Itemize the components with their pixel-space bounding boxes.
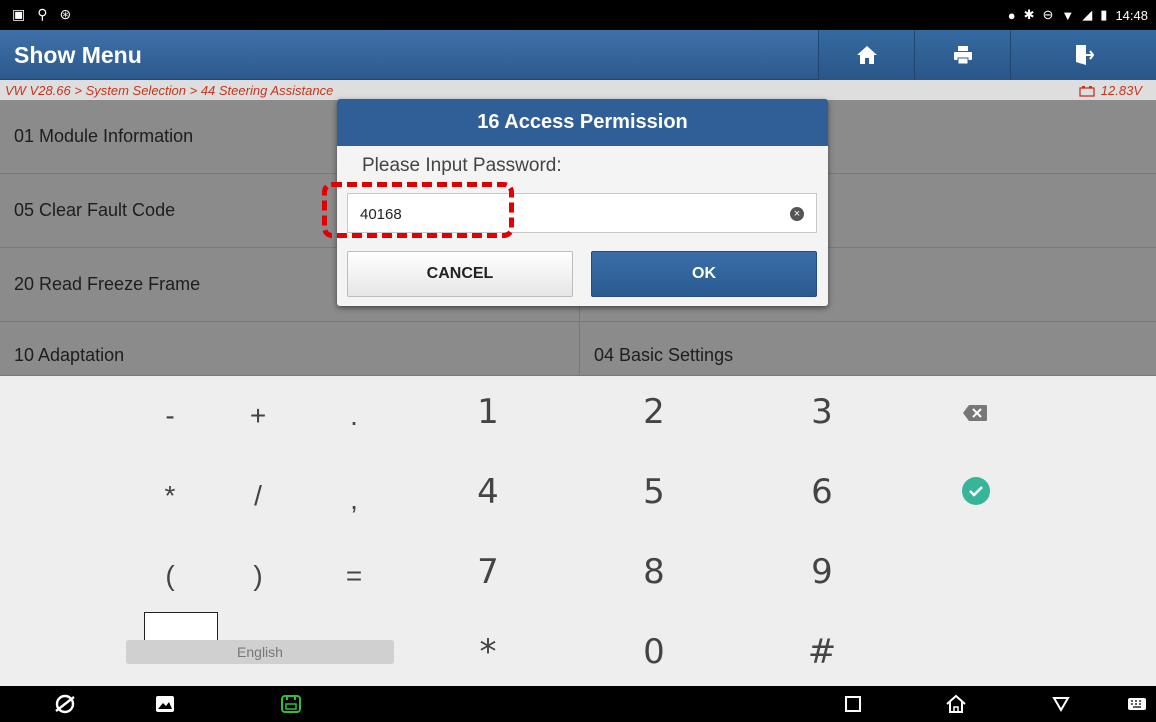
key-7[interactable]: 7: [448, 542, 528, 602]
key-asterisk[interactable]: *: [130, 466, 210, 526]
usb-icon: ⚲: [37, 6, 48, 22]
car-battery-icon: [1079, 85, 1095, 97]
numeric-keyboard: - + . 1 2 3 * / , 4 5 6 ( ) = 7 8 9 Engl…: [0, 376, 1156, 686]
key-comma[interactable]: ,: [314, 470, 394, 530]
key-6[interactable]: 6: [782, 462, 862, 522]
home-nav-icon[interactable]: [943, 691, 969, 717]
key-hash[interactable]: #: [782, 622, 862, 682]
screen: ▣ ⚲ ⊛ ● ✱ ⊖ ▼ ◢ ▮ 14:48 Show Menu VW V28…: [0, 0, 1156, 722]
key-3[interactable]: 3: [782, 382, 862, 442]
clear-input-icon[interactable]: ×: [790, 207, 804, 221]
home-icon: [856, 46, 877, 64]
home-button[interactable]: [818, 30, 914, 80]
battery-voltage: 12.83V: [1079, 83, 1142, 98]
language-spacebar[interactable]: English: [126, 640, 394, 664]
recent-apps-icon[interactable]: [840, 691, 866, 717]
key-0[interactable]: 0: [614, 622, 694, 682]
page-title: Show Menu: [14, 42, 142, 68]
key-5[interactable]: 5: [614, 462, 694, 522]
app-header: Show Menu: [0, 30, 1156, 80]
battery-icon: ▮: [1100, 7, 1108, 22]
key-open-paren[interactable]: (: [130, 546, 210, 606]
navigation-bar: [0, 686, 1156, 722]
wifi-icon: ▼: [1061, 7, 1075, 23]
key-period[interactable]: .: [314, 386, 394, 446]
clock-settings-icon: ⊛: [59, 6, 72, 22]
bluetooth-icon: ✱: [1023, 7, 1035, 22]
browser-icon[interactable]: [52, 691, 78, 717]
key-equals[interactable]: =: [314, 546, 394, 606]
exit-button[interactable]: [1010, 30, 1156, 80]
highlight-annotation: [322, 182, 514, 238]
gallery-icon[interactable]: [152, 691, 178, 717]
key-2[interactable]: 2: [614, 382, 694, 442]
exit-icon: [1075, 45, 1094, 65]
key-1[interactable]: 1: [448, 382, 528, 442]
status-bar: ▣ ⚲ ⊛ ● ✱ ⊖ ▼ ◢ ▮ 14:48: [0, 0, 1156, 30]
vci-icon[interactable]: [278, 691, 304, 717]
key-9[interactable]: 9: [782, 542, 862, 602]
ok-button[interactable]: OK: [591, 251, 817, 297]
cancel-button[interactable]: CANCEL: [347, 251, 573, 297]
system-icons: ● ✱ ⊖ ▼ ◢ ▮ 14:48: [1008, 7, 1148, 23]
key-4[interactable]: 4: [448, 462, 528, 522]
back-icon[interactable]: [1048, 691, 1074, 717]
breadcrumb: VW V28.66 > System Selection > 44 Steeri…: [5, 83, 334, 98]
done-check-icon[interactable]: [962, 477, 990, 505]
key-minus[interactable]: -: [130, 386, 210, 446]
dnd-icon: ⊖: [1042, 7, 1054, 22]
print-icon: [953, 46, 972, 65]
notification-icons: ▣ ⚲ ⊛: [12, 6, 71, 23]
key-slash[interactable]: /: [218, 466, 298, 526]
password-prompt: Please Input Password:: [362, 155, 562, 176]
print-button[interactable]: [914, 30, 1010, 80]
signal-icon: ◢: [1082, 7, 1093, 22]
location-icon: ●: [1007, 7, 1016, 23]
image-notification-icon: ▣: [12, 6, 26, 22]
breadcrumb-bar: VW V28.66 > System Selection > 44 Steeri…: [0, 80, 1156, 100]
dialog-title: 16 Access Permission: [337, 99, 828, 146]
key-plus[interactable]: +: [218, 386, 298, 446]
status-time: 14:48: [1115, 7, 1148, 23]
keyboard-switch-icon[interactable]: [1124, 691, 1150, 717]
key-star[interactable]: *: [448, 622, 528, 682]
key-close-paren[interactable]: ): [218, 546, 298, 606]
blank-box: [144, 612, 218, 642]
voltage-value: 12.83V: [1100, 83, 1142, 98]
backspace-icon[interactable]: [962, 404, 988, 422]
key-8[interactable]: 8: [614, 542, 694, 602]
